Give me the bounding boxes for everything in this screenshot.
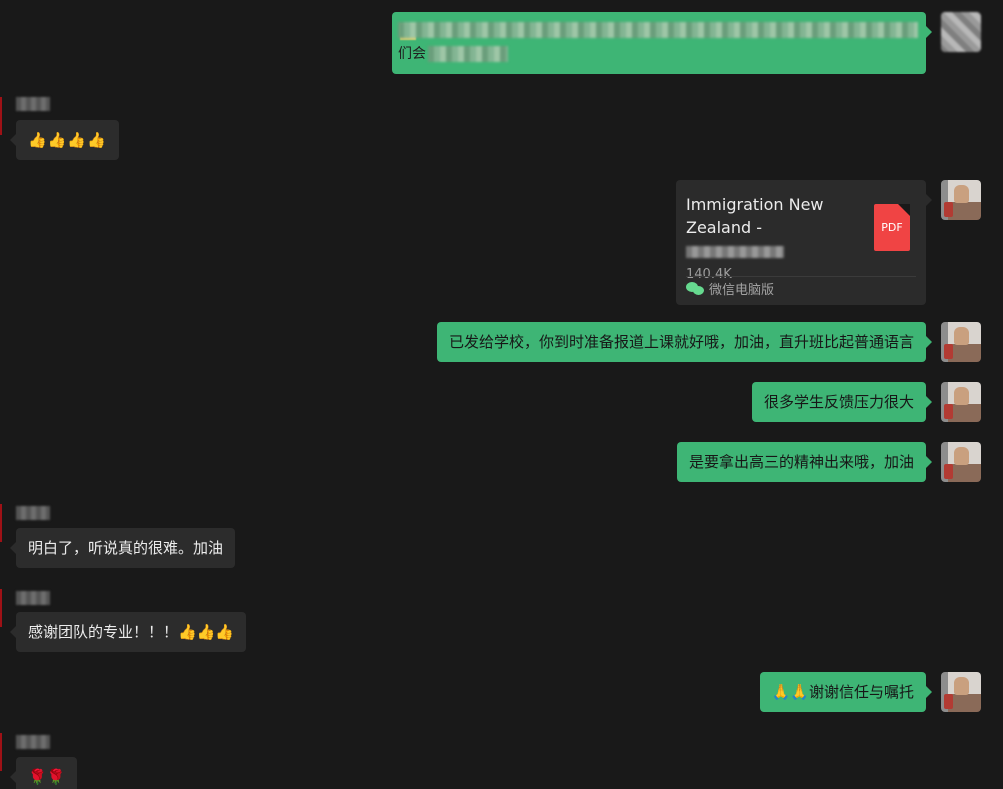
pdf-file-icon: PDF (874, 204, 910, 251)
redacted-file-name (686, 245, 784, 258)
blurred-sender-name (16, 591, 50, 605)
wechat-icon (686, 282, 705, 296)
message-bubble-pressure[interactable]: 很多学生反馈压力很大 (751, 382, 933, 422)
message-bubble-thumbs[interactable]: 👍👍👍👍 (10, 120, 119, 160)
message-bubble-school[interactable]: 已发给学校，你到时准备报道上课就好哦，加油，直升班比起普通语言 (436, 322, 933, 362)
blurred-sender-name (16, 735, 50, 749)
file-title-text: Immigration New Zealand - (686, 195, 824, 237)
redacted-message-tail (428, 46, 508, 62)
message-bubble-trust[interactable]: 🙏🙏谢谢信任与嘱托 (759, 672, 933, 712)
blurred-sender-name (16, 506, 50, 520)
self-avatar-blurred[interactable] (941, 12, 981, 52)
partner-avatar-edge[interactable] (0, 504, 2, 542)
file-source-label: 微信电脑版 (709, 283, 775, 298)
file-title: Immigration New Zealand - (686, 193, 862, 262)
pdf-file-message[interactable]: Immigration New Zealand - 140.4K PDF 微信电… (676, 180, 932, 305)
self-avatar[interactable] (941, 382, 981, 422)
blurred-sender-name (16, 97, 50, 111)
message-bubble-roses[interactable]: 🌹🌹 (9, 757, 78, 789)
redacted-message-line (398, 22, 918, 38)
self-avatar[interactable] (941, 672, 981, 712)
top-message-bubble[interactable]: 们会 (392, 12, 932, 74)
file-source-footer: 微信电脑版 (686, 276, 916, 305)
message-bubble-spirit[interactable]: 是要拿出高三的精神出来哦，加油 (676, 442, 933, 482)
self-avatar[interactable] (941, 322, 981, 362)
self-avatar[interactable] (941, 180, 981, 220)
top-message-visible-text: 们会 (398, 46, 426, 62)
partner-avatar-edge[interactable] (0, 589, 2, 627)
message-bubble-thanks[interactable]: 感谢团队的专业！！！👍👍👍 (9, 612, 247, 652)
wechat-chat-window: 们会 👍👍👍👍 Immigration New Zealand - 140.4K… (0, 0, 1003, 789)
message-bubble-understood[interactable]: 明白了，听说真的很难。加油 (9, 528, 236, 568)
self-avatar[interactable] (941, 442, 981, 482)
partner-avatar-edge[interactable] (0, 97, 2, 135)
partner-avatar-edge[interactable] (0, 733, 2, 771)
